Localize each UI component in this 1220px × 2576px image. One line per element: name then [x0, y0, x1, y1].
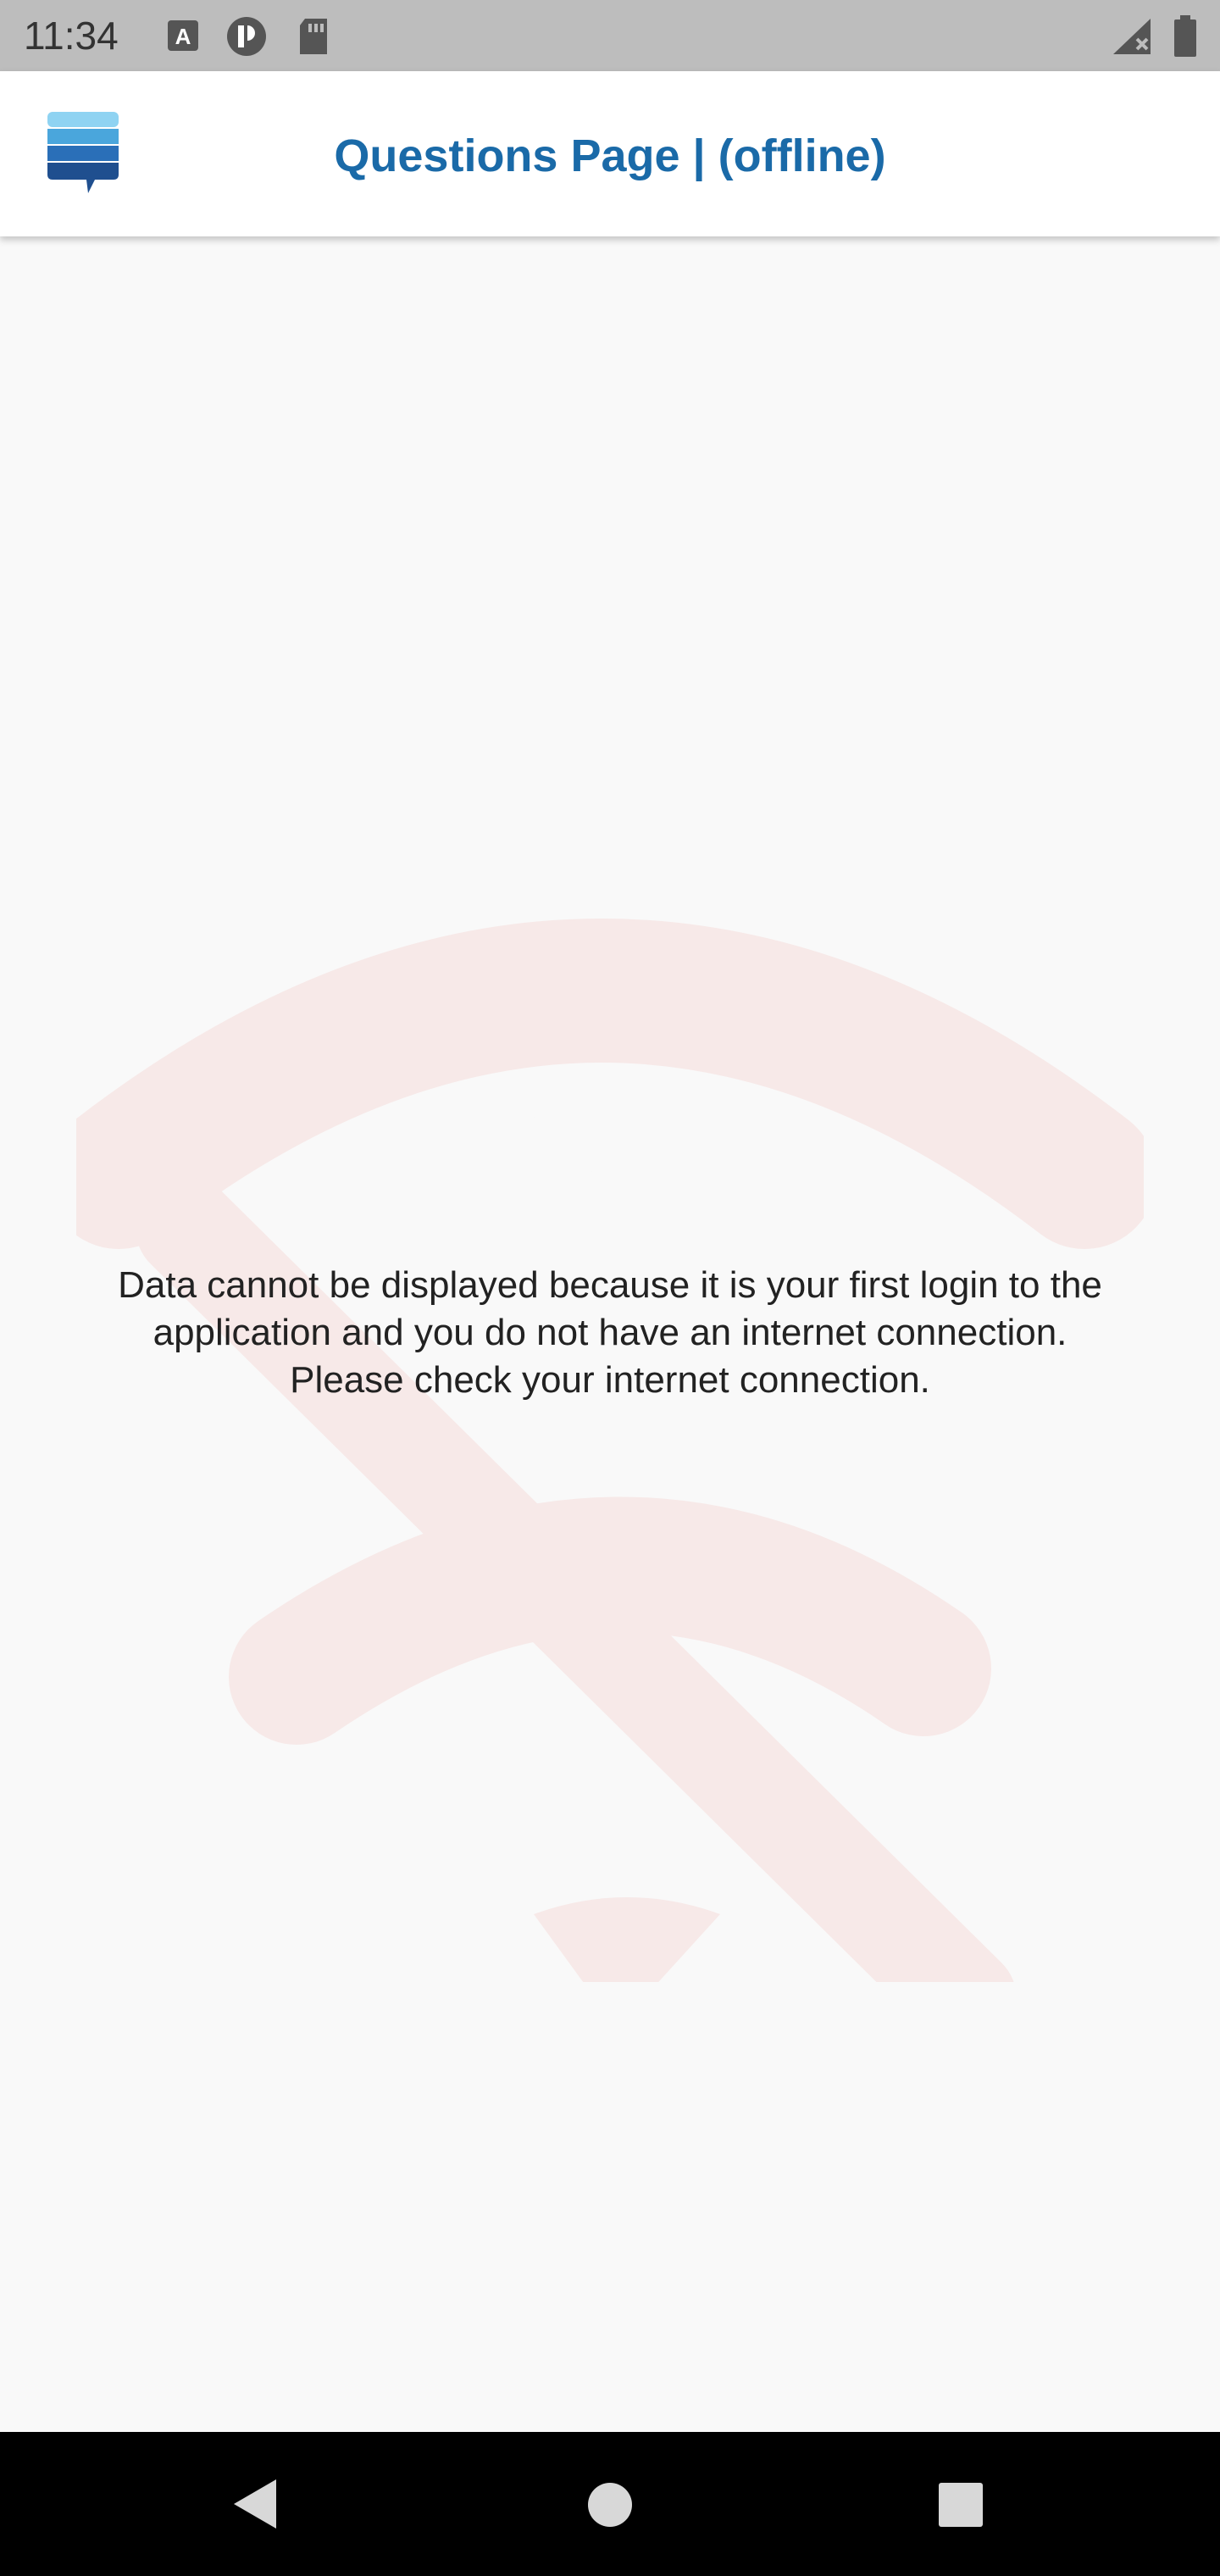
status-time: 11:34 [24, 14, 119, 58]
svg-text:A: A [175, 24, 191, 49]
battery-icon [1174, 15, 1196, 57]
signal-off-icon [1113, 19, 1151, 54]
keyboard-a-icon: A [168, 20, 198, 51]
app-circle-icon [227, 17, 266, 56]
home-icon[interactable] [586, 2481, 634, 2529]
offline-message-line: application and you do not have an inter… [152, 1312, 1068, 1353]
offline-message-line: Data cannot be displayed because it is y… [118, 1264, 1102, 1306]
status-bar: 11:34 A [0, 0, 1220, 71]
system-nav-bar [0, 2432, 1220, 2576]
offline-message: Data cannot be displayed because it is y… [34, 1262, 1186, 1404]
page-title: Questions Page | (offline) [334, 130, 886, 181]
back-icon[interactable] [229, 2476, 280, 2532]
app-bar: Questions Page | (offline) [0, 71, 1220, 236]
offline-message-line: Please check your internet connection. [290, 1359, 930, 1401]
sd-card-icon [300, 19, 327, 54]
main-content: Data cannot be displayed because it is y… [0, 236, 1220, 2432]
recents-icon[interactable] [937, 2481, 984, 2529]
